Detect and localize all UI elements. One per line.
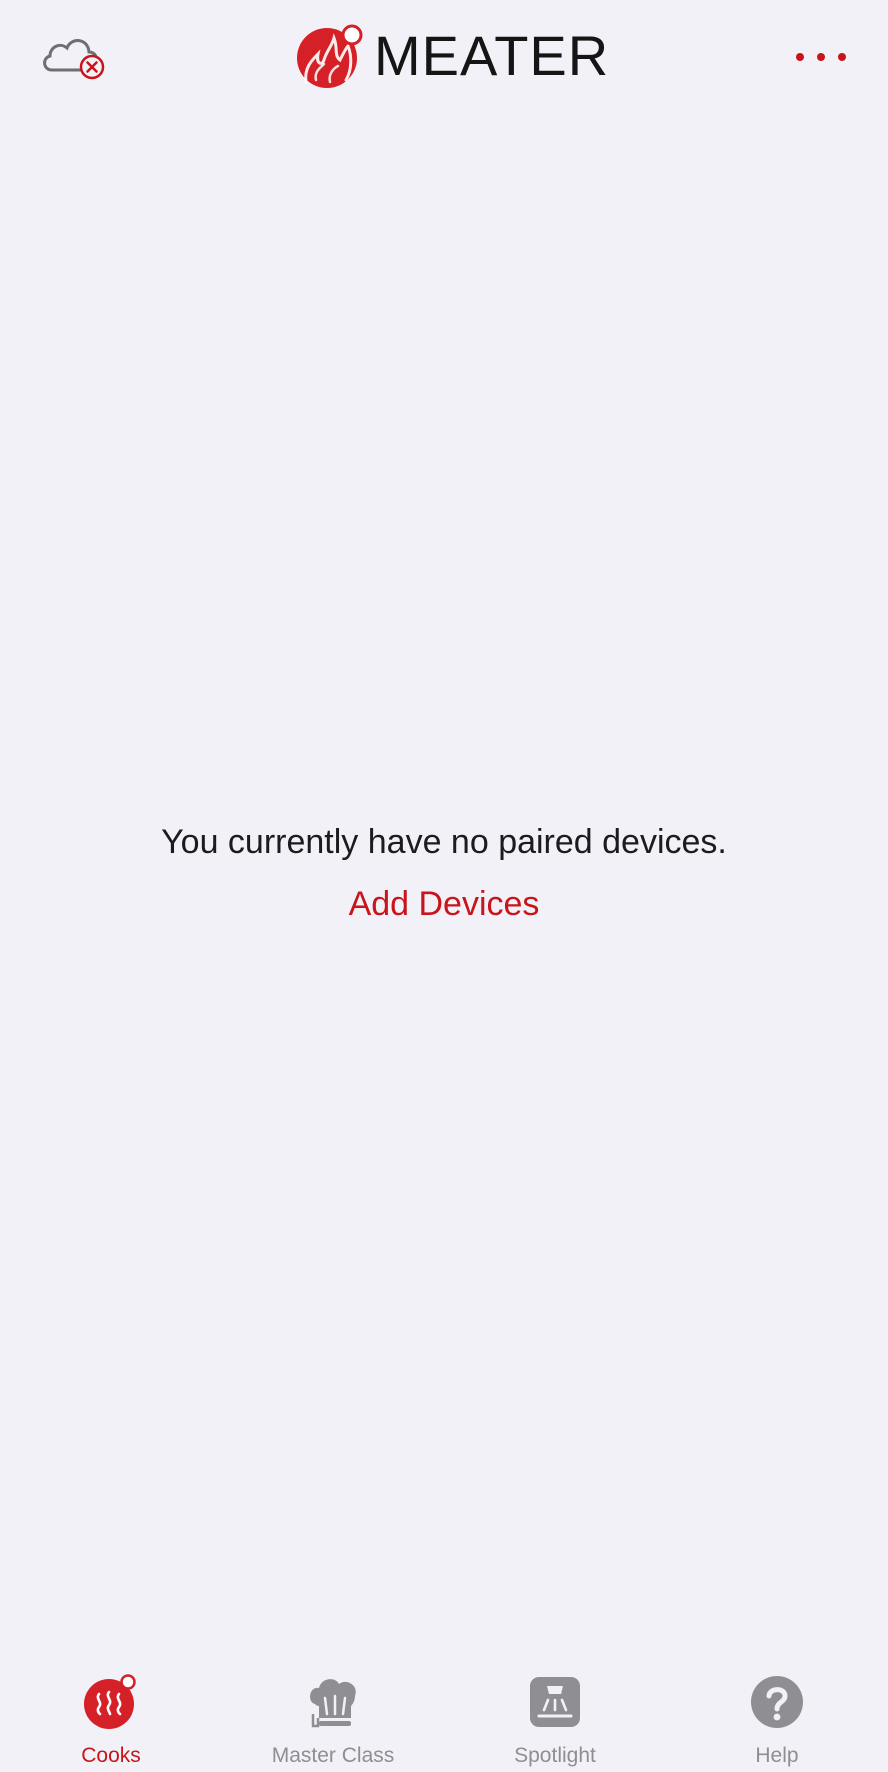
top-bar: MEATER (0, 0, 888, 120)
tab-cooks-label: Cooks (81, 1744, 141, 1767)
cloud-disconnected-icon[interactable] (40, 30, 110, 82)
tab-bar: Cooks Master Class Spotlight Help (0, 1660, 888, 1772)
spotlight-icon (530, 1677, 580, 1727)
tab-spotlight-label: Spotlight (514, 1744, 596, 1767)
add-devices-link[interactable]: Add Devices (349, 880, 540, 928)
help-icon (751, 1676, 803, 1728)
tab-master-class[interactable]: Master Class (222, 1660, 444, 1772)
more-dots-icon[interactable] (796, 40, 846, 74)
tab-master-class-label: Master Class (271, 1744, 395, 1767)
meater-flame-logo-icon (297, 24, 363, 88)
tab-help-label: Help (755, 1744, 799, 1767)
meater-logo: MEATER (294, 24, 609, 88)
tab-spotlight[interactable]: Spotlight (444, 1660, 666, 1772)
app-title: MEATER (374, 24, 610, 87)
more-dot (796, 53, 804, 61)
empty-state: You currently have no paired devices. Ad… (0, 818, 888, 928)
more-dot (817, 53, 825, 61)
tab-cooks[interactable]: Cooks (0, 1660, 222, 1772)
more-dot (838, 53, 846, 61)
cooks-icon (84, 1674, 136, 1729)
no-devices-message: You currently have no paired devices. (161, 823, 727, 861)
app-root: MEATER You currently have no paired devi… (0, 0, 888, 1772)
tab-help[interactable]: Help (666, 1660, 888, 1772)
chef-hat-icon (310, 1679, 356, 1728)
